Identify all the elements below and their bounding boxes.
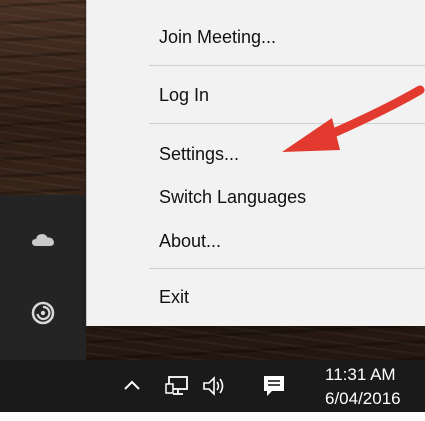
network-icon[interactable]	[164, 372, 192, 400]
show-hidden-icons-chevron-icon[interactable]	[118, 372, 146, 400]
menu-item-settings[interactable]: Settings...	[159, 143, 239, 165]
taskbar: 11:31 AM 6/04/2016	[0, 360, 425, 412]
menu-separator	[149, 123, 425, 124]
cloud-icon[interactable]	[30, 227, 56, 253]
menu-item-switch-languages[interactable]: Switch Languages	[159, 186, 306, 208]
spiral-app-icon[interactable]	[30, 300, 56, 326]
tray-overflow-flyout	[0, 195, 86, 360]
clock-date[interactable]: 6/04/2016	[325, 389, 401, 409]
clock-time[interactable]: 11:31 AM	[325, 365, 396, 385]
menu-separator	[149, 268, 425, 269]
context-menu: Join Meeting... Log In Settings... Switc…	[86, 0, 425, 326]
menu-item-join-meeting[interactable]: Join Meeting...	[159, 26, 276, 48]
menu-item-about[interactable]: About...	[159, 230, 221, 252]
action-center-icon[interactable]	[260, 372, 288, 400]
menu-separator	[149, 65, 425, 66]
screenshot-border	[0, 412, 425, 421]
volume-icon[interactable]	[200, 372, 228, 400]
menu-item-exit[interactable]: Exit	[159, 286, 189, 308]
menu-item-log-in[interactable]: Log In	[159, 84, 209, 106]
